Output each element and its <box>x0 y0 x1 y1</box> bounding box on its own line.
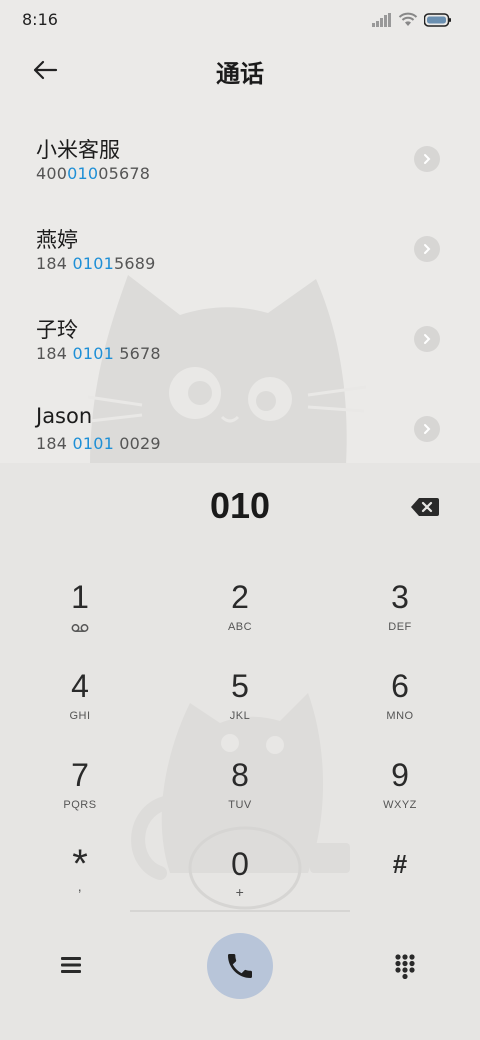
dialed-number-display: 010 <box>209 485 271 526</box>
chevron-right-icon <box>424 244 431 254</box>
app-header: 通话 <box>0 44 480 96</box>
chevron-right-icon <box>424 154 431 164</box>
key-letters: WXYZ <box>383 799 417 811</box>
contact-name: 小米客服 <box>36 138 120 162</box>
phone-icon <box>228 954 252 978</box>
page-title: 通话 <box>216 60 264 88</box>
chevron-right-icon <box>424 424 431 434</box>
search-results-list: 小米客服 40001005678 燕婷 184 01015689 子玲 184 … <box>0 118 480 478</box>
key-2[interactable]: 2 ABC <box>180 577 300 657</box>
battery-icon <box>424 12 451 27</box>
key-letters: ABC <box>227 621 253 633</box>
key-letters: DEF <box>388 621 412 633</box>
signal-icon <box>372 12 391 27</box>
number-part: 0029 <box>113 434 161 453</box>
number-part: 5689 <box>113 254 156 273</box>
number-match: 010 <box>67 164 99 183</box>
key-7[interactable]: 7 PQRS <box>20 755 140 835</box>
number-match: 0101 <box>72 254 114 273</box>
number-part: 184 <box>36 344 73 363</box>
wifi-icon <box>398 12 418 26</box>
menu-button[interactable] <box>60 955 86 981</box>
dialpad-toggle-button[interactable] <box>394 953 418 981</box>
contact-detail-button[interactable] <box>414 416 440 442</box>
key-0[interactable]: 0 + <box>180 844 300 924</box>
contact-number: 184 0101 0029 <box>36 434 161 453</box>
contact-detail-button[interactable] <box>414 236 440 262</box>
key-digit: 1 <box>71 579 89 615</box>
key-hash[interactable]: # <box>340 844 460 924</box>
call-button[interactable] <box>207 933 273 999</box>
status-time: 8:16 <box>22 10 58 29</box>
number-part: 184 <box>36 254 73 273</box>
number-match: 0101 <box>72 344 114 363</box>
contact-number: 184 0101 5678 <box>36 344 161 363</box>
number-part: 5678 <box>113 344 161 363</box>
contact-number: 184 01015689 <box>36 254 156 273</box>
result-item[interactable]: 燕婷 184 01015689 <box>0 208 480 298</box>
key-digit: 7 <box>71 757 89 793</box>
hamburger-menu-icon <box>61 957 81 973</box>
contact-number: 40001005678 <box>36 164 150 183</box>
number-part: 400 <box>36 164 68 183</box>
backspace-button[interactable] <box>410 497 440 517</box>
key-letters: GHI <box>69 710 91 722</box>
key-letters: PQRS <box>63 799 97 811</box>
key-letters: , <box>77 878 83 894</box>
number-part: 184 <box>36 434 73 453</box>
chevron-right-icon <box>424 334 431 344</box>
key-letters: MNO <box>386 710 414 722</box>
key-letters: + <box>235 884 245 900</box>
dialer-bottom-bar <box>0 933 480 1003</box>
key-digit: 8 <box>231 757 249 793</box>
key-star[interactable]: * , <box>20 844 140 924</box>
result-item[interactable]: 小米客服 40001005678 <box>0 118 480 208</box>
contact-detail-button[interactable] <box>414 326 440 352</box>
contact-name: 燕婷 <box>36 228 78 252</box>
key-letters: TUV <box>228 799 252 811</box>
backspace-icon <box>411 498 439 516</box>
number-part: 05678 <box>98 164 151 183</box>
status-bar: 8:16 <box>0 0 480 40</box>
key-digit: 9 <box>391 757 409 793</box>
key-digit: 5 <box>231 668 249 704</box>
key-3[interactable]: 3 DEF <box>340 577 460 657</box>
number-match: 0101 <box>72 434 114 453</box>
key-9[interactable]: 9 WXYZ <box>340 755 460 835</box>
key-digit: 4 <box>71 668 89 704</box>
key-digit: 6 <box>391 668 409 704</box>
voicemail-icon <box>71 624 89 632</box>
dialer-panel: 010 1 2 ABC 3 DEF 4 GHI 5 JKL 6 MNO 7 PQ… <box>0 463 480 1040</box>
key-5[interactable]: 5 JKL <box>180 666 300 746</box>
key-4[interactable]: 4 GHI <box>20 666 140 746</box>
key-letters: JKL <box>229 710 251 722</box>
status-icons <box>372 12 452 27</box>
key-8[interactable]: 8 TUV <box>180 755 300 835</box>
contact-name: 子玲 <box>36 318 78 342</box>
dialpad-icon <box>395 954 415 980</box>
key-digit: 2 <box>231 579 249 615</box>
key-digit: 3 <box>391 579 409 615</box>
key-digit: # <box>392 849 408 879</box>
key-6[interactable]: 6 MNO <box>340 666 460 746</box>
key-1[interactable]: 1 <box>20 577 140 657</box>
key-digit: 0 <box>231 846 249 882</box>
contact-name: Jason <box>36 404 93 428</box>
result-item[interactable]: 子玲 184 0101 5678 <box>0 298 480 388</box>
contact-detail-button[interactable] <box>414 146 440 172</box>
